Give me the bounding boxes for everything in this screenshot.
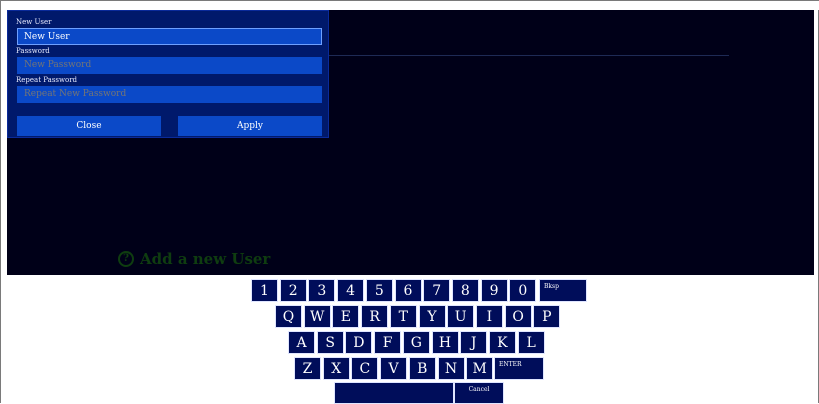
key-p[interactable]: P [533, 305, 561, 328]
key-t[interactable]: T [389, 305, 417, 328]
key-a[interactable]: A [288, 331, 315, 354]
key-e[interactable]: E [332, 305, 360, 328]
app-window: ? Add a new User New User Password Repea… [0, 0, 819, 404]
apply-button[interactable]: Apply [178, 116, 322, 136]
add-user-hint-text: Add a new User [140, 250, 271, 268]
key-5[interactable]: 5 [365, 279, 393, 302]
repeat-password-field[interactable] [17, 86, 322, 103]
key-y[interactable]: Y [418, 305, 446, 328]
key-m[interactable]: M [466, 357, 494, 380]
question-icon: ? [118, 251, 134, 267]
key-3[interactable]: 3 [308, 279, 336, 302]
key-9[interactable]: 9 [480, 279, 508, 302]
key-4[interactable]: 4 [337, 279, 365, 302]
key-d[interactable]: D [345, 331, 373, 354]
space-key[interactable] [334, 382, 454, 404]
top-strip [1, 1, 819, 10]
new-user-field[interactable] [17, 28, 322, 45]
cancel-key[interactable]: Cancel [454, 382, 504, 404]
key-o[interactable]: O [504, 305, 532, 328]
key-b[interactable]: B [408, 357, 436, 380]
key-k[interactable]: K [488, 331, 516, 354]
key-n[interactable]: N [437, 357, 465, 380]
backspace-key[interactable]: Bksp [539, 279, 587, 302]
key-g[interactable]: G [402, 331, 430, 354]
key-w[interactable]: W [303, 305, 331, 328]
key-q[interactable]: Q [275, 305, 302, 328]
key-6[interactable]: 6 [394, 279, 422, 302]
key-0[interactable]: 0 [509, 279, 537, 302]
repeat-password-label: Repeat Password [16, 76, 78, 84]
key-7[interactable]: 7 [423, 279, 451, 302]
divider-line [327, 55, 729, 56]
key-z[interactable]: Z [294, 357, 321, 380]
new-user-label: New User [16, 18, 52, 26]
new-user-dialog: New User Password Repeat Password Close … [7, 10, 329, 138]
key-j[interactable]: J [460, 331, 488, 354]
key-v[interactable]: V [380, 357, 408, 380]
key-2[interactable]: 2 [279, 279, 307, 302]
key-i[interactable]: I [475, 305, 503, 328]
key-8[interactable]: 8 [451, 279, 479, 302]
add-user-hint[interactable]: ? Add a new User [118, 248, 270, 270]
key-u[interactable]: U [447, 305, 475, 328]
key-x[interactable]: X [322, 357, 350, 380]
on-screen-keyboard: 1234567890 Bksp QWERTYUIOP ASDFGHJKL ZXC… [1, 275, 819, 404]
key-l[interactable]: L [517, 331, 545, 354]
key-c[interactable]: C [351, 357, 379, 380]
enter-key[interactable]: ENTER [494, 357, 544, 380]
key-r[interactable]: R [361, 305, 389, 328]
key-s[interactable]: S [316, 331, 344, 354]
key-h[interactable]: H [431, 331, 459, 354]
password-label: Password [16, 47, 50, 55]
key-1[interactable]: 1 [251, 279, 278, 302]
password-field[interactable] [17, 57, 322, 74]
key-f[interactable]: F [374, 331, 402, 354]
close-button[interactable]: Close [17, 116, 161, 136]
